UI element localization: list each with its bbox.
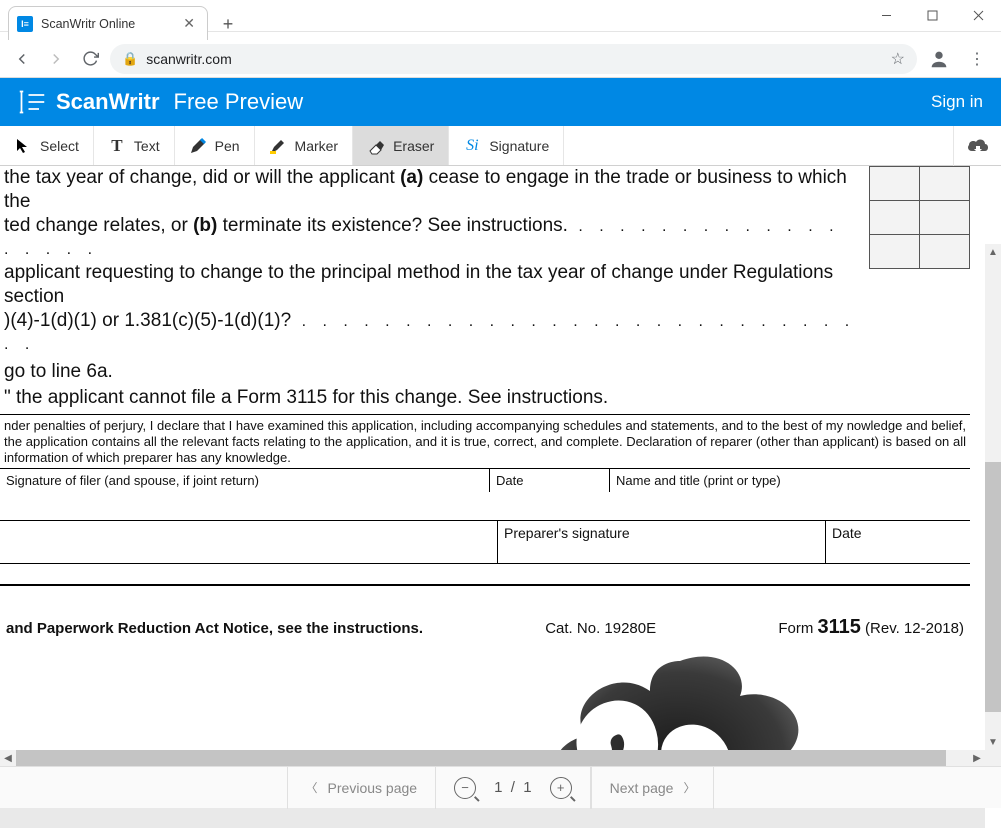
chevron-right-icon: 〉 — [683, 779, 695, 796]
scroll-up-icon[interactable]: ▲ — [985, 244, 1001, 260]
cloud-download-button[interactable] — [953, 126, 1001, 166]
name-title-label: Name and title (print or type) — [610, 469, 970, 492]
tool-text[interactable]: T Text — [94, 126, 175, 165]
form-checkbox-grid — [869, 166, 970, 269]
tab-favicon: I≡ — [17, 16, 33, 32]
tool-signature-label: Signature — [489, 138, 549, 154]
reload-button[interactable] — [76, 45, 104, 73]
zoom-out-button[interactable]: − — [454, 777, 476, 799]
tool-select-label: Select — [40, 138, 79, 154]
sign-in-link[interactable]: Sign in — [931, 92, 983, 112]
next-page-button[interactable]: Next page 〉 — [591, 767, 715, 809]
previous-page-button[interactable]: 〈 Previous page — [287, 767, 437, 809]
ink-blot — [540, 651, 840, 756]
scrollbar-corner — [985, 750, 1001, 766]
signature-icon: Si — [463, 137, 481, 155]
previous-page-label: Previous page — [328, 780, 418, 796]
tool-text-label: Text — [134, 138, 160, 154]
back-button[interactable] — [8, 45, 36, 73]
window-maximize-icon[interactable] — [909, 0, 955, 32]
forward-button[interactable] — [42, 45, 70, 73]
scroll-down-icon[interactable]: ▼ — [985, 734, 1001, 750]
scanwritr-logo-icon — [18, 88, 46, 116]
url-text: scanwritr.com — [146, 51, 882, 67]
tool-eraser-label: Eraser — [393, 138, 434, 154]
preparer-signature-label: Preparer's signature — [498, 521, 826, 563]
app-header: ScanWritr Free Preview Sign in — [0, 78, 1001, 126]
paperwork-notice: and Paperwork Reduction Act Notice, see … — [6, 620, 423, 637]
tool-pen-label: Pen — [215, 138, 240, 154]
date-label-1: Date — [490, 469, 610, 492]
marker-icon — [269, 137, 287, 155]
eraser-icon — [367, 137, 385, 155]
catalog-number: Cat. No. 19280E — [545, 620, 656, 637]
zoom-in-button[interactable]: + — [550, 777, 572, 799]
chevron-left-icon: 〈 — [306, 779, 318, 796]
scroll-left-icon[interactable]: ◀ — [0, 750, 16, 766]
tab-title: ScanWritr Online — [41, 17, 181, 31]
kebab-menu-icon[interactable]: ⋮ — [961, 43, 993, 75]
tool-eraser[interactable]: Eraser — [353, 126, 449, 165]
address-bar[interactable]: 🔒 scanwritr.com ☆ — [110, 44, 917, 74]
browser-tab[interactable]: I≡ ScanWritr Online ✕ — [8, 6, 208, 40]
app-mode: Free Preview — [174, 89, 304, 115]
profile-avatar-icon[interactable] — [923, 43, 955, 75]
close-tab-icon[interactable]: ✕ — [181, 15, 197, 32]
horizontal-scrollbar[interactable]: ◀ ▶ — [0, 750, 985, 766]
next-page-label: Next page — [610, 780, 674, 796]
page-indicator: 1 / 1 — [486, 779, 540, 796]
horizontal-scroll-thumb[interactable] — [16, 750, 946, 766]
vertical-scrollbar[interactable]: ▲ ▼ — [985, 244, 1001, 750]
bookmark-star-icon[interactable]: ☆ — [891, 49, 905, 69]
vertical-scroll-thumb[interactable] — [985, 462, 1001, 712]
perjury-statement: nder penalties of perjury, I declare tha… — [0, 414, 970, 469]
tool-marker-label: Marker — [295, 138, 339, 154]
new-tab-button[interactable]: + — [214, 10, 242, 38]
tool-bar: Select T Text Pen Marker Eraser Si Signa… — [0, 126, 1001, 166]
text-icon: T — [108, 137, 126, 155]
window-minimize-icon[interactable] — [863, 0, 909, 32]
form-number: Form 3115 (Rev. 12-2018) — [778, 616, 964, 639]
tool-signature[interactable]: Si Signature — [449, 126, 564, 165]
tool-pen[interactable]: Pen — [175, 126, 255, 165]
cursor-icon — [14, 137, 32, 155]
signature-filer-label: Signature of filer (and spouse, if joint… — [0, 469, 490, 492]
document-canvas[interactable]: the tax year of change, did or will the … — [0, 166, 1001, 756]
window-close-icon[interactable] — [955, 0, 1001, 32]
page-navigation: 〈 Previous page − 1 / 1 + Next page 〉 — [0, 766, 1001, 808]
tool-select[interactable]: Select — [0, 126, 94, 165]
tool-marker[interactable]: Marker — [255, 126, 354, 165]
scroll-right-icon[interactable]: ▶ — [969, 750, 985, 766]
pen-icon — [189, 137, 207, 155]
lock-icon: 🔒 — [122, 51, 138, 67]
date-label-2: Date — [826, 521, 970, 563]
app-name: ScanWritr — [56, 89, 160, 115]
